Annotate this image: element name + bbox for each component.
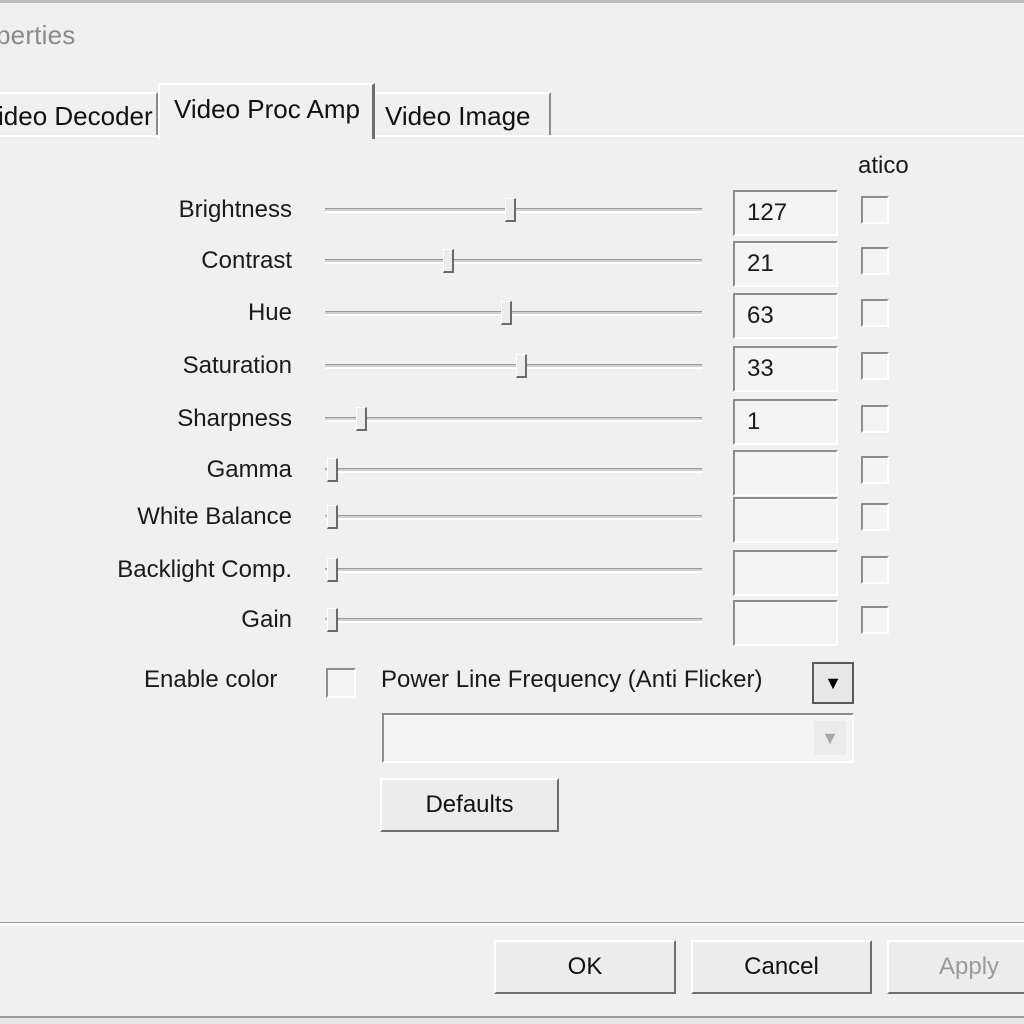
chevron-down-icon: ▼: [824, 672, 842, 693]
gamma-slider-track[interactable]: [325, 468, 702, 473]
tab-baseline: [375, 135, 1024, 137]
tab-video-image[interactable]: Video Image: [375, 92, 551, 136]
sharpness-slider-thumb[interactable]: [356, 407, 367, 431]
window-top-edge: [0, 0, 1024, 3]
brightness-value-field[interactable]: 127: [733, 190, 838, 236]
cancel-button[interactable]: Cancel: [691, 940, 872, 994]
hue-auto-checkbox[interactable]: [861, 299, 889, 327]
gain-auto-checkbox[interactable]: [861, 606, 889, 634]
gamma-auto-checkbox[interactable]: [861, 456, 889, 484]
saturation-slider-track[interactable]: [325, 364, 702, 369]
contrast-slider-thumb[interactable]: [443, 249, 454, 273]
auto-column-header: atico: [858, 152, 909, 179]
contrast-label: Contrast: [201, 247, 292, 274]
tab-video-decoder[interactable]: ideo Decoder: [0, 92, 158, 136]
contrast-value-field[interactable]: 21: [733, 241, 838, 287]
gain-slider-thumb[interactable]: [327, 608, 338, 632]
properties-dialog: perties ideo Decoder Video Proc Amp Vide…: [0, 0, 1024, 1024]
sharpness-value-field[interactable]: 1: [733, 399, 838, 445]
defaults-button[interactable]: Defaults: [380, 778, 559, 832]
white-balance-label: White Balance: [137, 503, 292, 530]
sharpness-slider-track[interactable]: [325, 417, 702, 422]
hue-value-field[interactable]: 63: [733, 293, 838, 339]
footer-separator: [0, 922, 1024, 925]
backlight-comp-auto-checkbox[interactable]: [861, 556, 889, 584]
white-balance-slider-track[interactable]: [325, 515, 702, 520]
backlight-comp-slider-thumb[interactable]: [327, 558, 338, 582]
sharpness-auto-checkbox[interactable]: [861, 405, 889, 433]
tab-video-proc-amp[interactable]: Video Proc Amp: [158, 83, 375, 139]
power-line-frequency-select[interactable]: ▼: [382, 713, 854, 763]
gamma-value-field[interactable]: [733, 450, 838, 496]
gain-label: Gain: [241, 606, 292, 633]
contrast-slider-track[interactable]: [325, 259, 702, 264]
saturation-label: Saturation: [182, 352, 292, 379]
gamma-slider-thumb[interactable]: [327, 458, 338, 482]
hue-slider-track[interactable]: [325, 311, 702, 316]
tab-baseline: [0, 135, 158, 137]
hue-label: Hue: [247, 299, 292, 326]
window-title: perties: [0, 20, 76, 50]
window-bottom-edge: [0, 1016, 1024, 1024]
sharpness-label: Sharpness: [177, 405, 292, 432]
gain-value-field[interactable]: [733, 600, 838, 646]
backlight-comp-value-field[interactable]: [733, 550, 838, 596]
power-line-dropdown-button[interactable]: ▼: [812, 662, 854, 704]
apply-button[interactable]: Apply: [887, 940, 1024, 994]
brightness-slider-thumb[interactable]: [505, 198, 516, 222]
brightness-label: Brightness: [178, 196, 292, 223]
backlight-comp-label: Backlight Comp.: [117, 556, 292, 583]
chevron-down-icon: ▼: [814, 721, 846, 755]
ok-button[interactable]: OK: [494, 940, 676, 994]
power-line-frequency-label: Power Line Frequency (Anti Flicker): [381, 666, 763, 693]
white-balance-auto-checkbox[interactable]: [861, 503, 889, 531]
enable-color-checkbox[interactable]: [326, 668, 356, 698]
brightness-auto-checkbox[interactable]: [861, 196, 889, 224]
enable-color-label: Enable color: [144, 666, 278, 693]
white-balance-slider-thumb[interactable]: [327, 505, 338, 529]
white-balance-value-field[interactable]: [733, 497, 838, 543]
saturation-slider-thumb[interactable]: [516, 354, 527, 378]
contrast-auto-checkbox[interactable]: [861, 247, 889, 275]
hue-slider-thumb[interactable]: [501, 301, 512, 325]
backlight-comp-slider-track[interactable]: [325, 568, 702, 573]
saturation-auto-checkbox[interactable]: [861, 352, 889, 380]
gain-slider-track[interactable]: [325, 618, 702, 623]
gamma-label: Gamma: [206, 456, 292, 483]
saturation-value-field[interactable]: 33: [733, 346, 838, 392]
